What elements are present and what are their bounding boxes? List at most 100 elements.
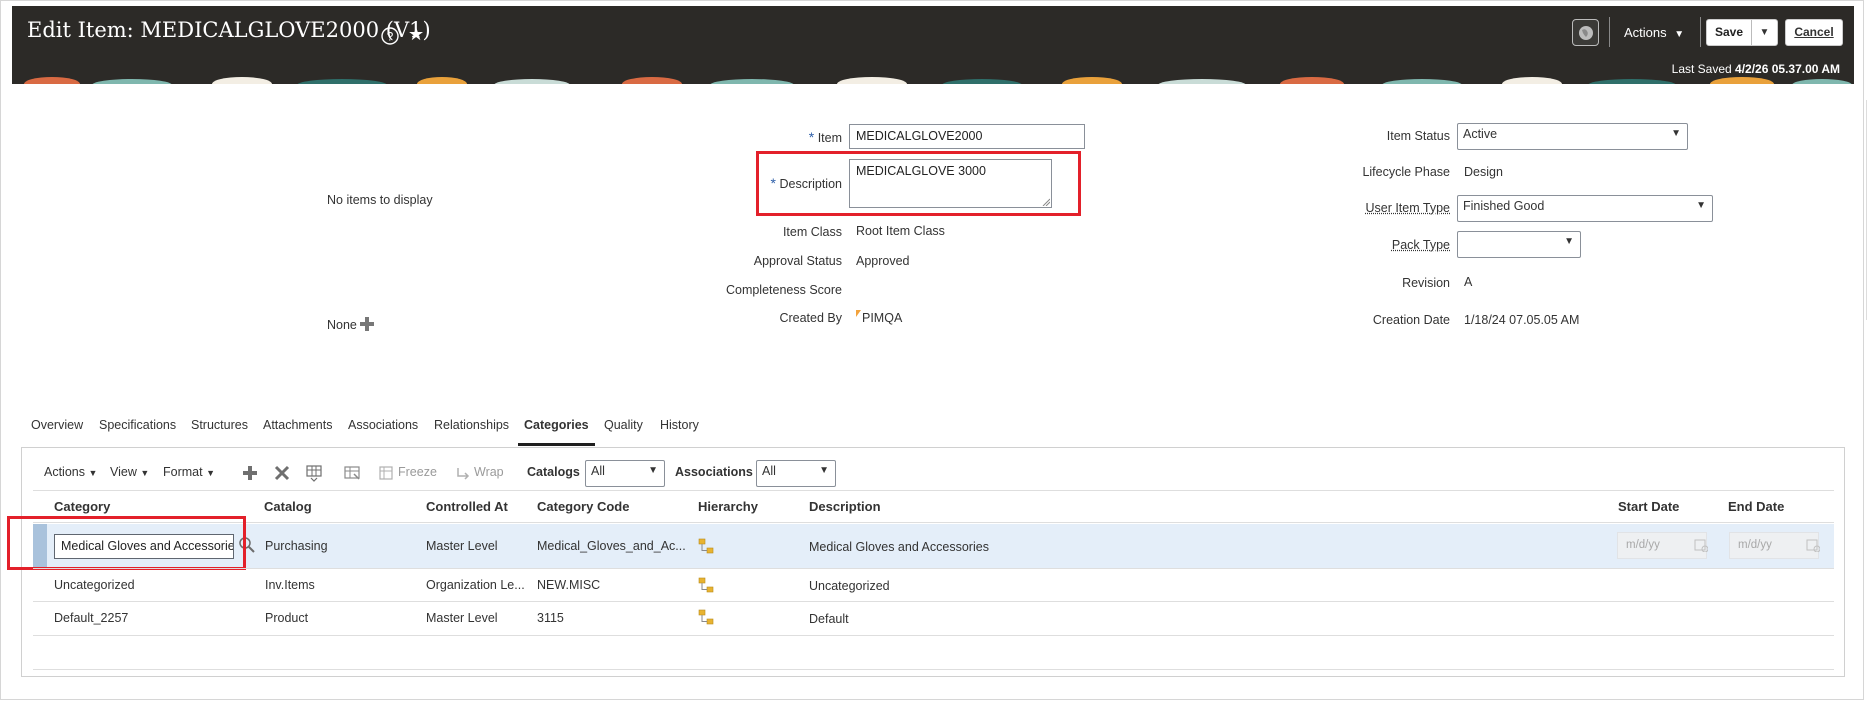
last-saved-label: Last Saved	[1671, 62, 1732, 76]
column-header-start-date[interactable]: Start Date	[1618, 499, 1679, 514]
hierarchy-icon[interactable]	[698, 609, 714, 625]
last-saved-value: 4/2/26 05.37.00 AM	[1735, 62, 1840, 76]
catalog-cell: Purchasing	[265, 539, 328, 553]
cancel-button[interactable]: Cancel	[1785, 19, 1843, 46]
divider	[33, 522, 1834, 523]
resize-handle-icon[interactable]	[1042, 198, 1050, 206]
active-tab-indicator	[518, 443, 595, 446]
column-header-controlled-at[interactable]: Controlled At	[426, 499, 508, 514]
catalog-cell: Inv.Items	[265, 578, 315, 592]
detach-table-icon[interactable]	[305, 464, 323, 482]
view-menu[interactable]: View ▼	[110, 465, 149, 479]
category-cell: Default_2257	[54, 611, 129, 625]
hierarchy-icon[interactable]	[698, 538, 714, 554]
associations-filter-label: Associations	[675, 465, 753, 479]
table-actions-menu[interactable]: Actions ▼	[44, 465, 97, 479]
tab-overview[interactable]: Overview	[31, 418, 83, 432]
controlled-at-cell: Master Level	[426, 539, 498, 553]
column-header-catalog[interactable]: Catalog	[264, 499, 312, 514]
divider	[33, 568, 1834, 569]
catalog-cell: Product	[265, 611, 309, 625]
delete-row-icon[interactable]	[273, 464, 291, 482]
tab-categories[interactable]: Categories	[524, 418, 589, 432]
revision-value: A	[1464, 275, 1473, 289]
wrap-button[interactable]: Wrap	[474, 465, 504, 479]
column-header-end-date[interactable]: End Date	[1728, 499, 1784, 514]
view-label: View	[110, 465, 137, 479]
favorite-star-icon[interactable]: ★	[408, 24, 424, 45]
associations-select[interactable]: All ▼	[756, 460, 836, 487]
help-icon[interactable]: ?	[380, 26, 400, 46]
add-row-icon[interactable]	[241, 464, 259, 482]
add-icon[interactable]	[360, 317, 374, 331]
item-status-select[interactable]: Active ▼	[1457, 123, 1688, 150]
description-cell: Default	[809, 612, 849, 626]
catalogs-label: Catalogs	[527, 465, 580, 479]
save-button[interactable]: Save	[1707, 20, 1752, 45]
associations-select-value: All	[762, 464, 776, 478]
category-code-cell: Medical_Gloves_and_Ac...	[537, 539, 685, 553]
header-actions-label: Actions	[1624, 25, 1667, 40]
chevron-down-icon: ▼	[1674, 29, 1685, 40]
user-item-type-label[interactable]: User Item Type	[1300, 201, 1450, 215]
lifecycle-phase-value: Design	[1464, 165, 1503, 179]
table-actions-label: Actions	[44, 465, 85, 479]
freeze-icon	[379, 466, 393, 480]
calendar-icon[interactable]	[1694, 538, 1708, 552]
catalogs-select[interactable]: All ▼	[585, 460, 665, 487]
save-options-chevron-icon[interactable]: ▼	[1752, 20, 1777, 45]
user-item-type-value: Finished Good	[1463, 199, 1545, 213]
description-cell: Uncategorized	[809, 579, 890, 593]
none-label: None	[327, 318, 357, 332]
tab-specifications[interactable]: Specifications	[99, 418, 176, 432]
chevron-down-icon: ▼	[140, 468, 150, 478]
pack-type-label[interactable]: Pack Type	[1300, 238, 1450, 252]
edit-table-icon[interactable]	[343, 464, 361, 482]
column-header-description[interactable]: Description	[809, 499, 881, 514]
chevron-down-icon: ▼	[819, 465, 829, 476]
tab-relationships[interactable]: Relationships	[434, 418, 509, 432]
right-scroll-rail[interactable]	[1866, 100, 1872, 320]
created-by-value[interactable]: PIMQA	[862, 311, 902, 325]
chevron-down-icon: ▼	[206, 468, 215, 478]
column-header-category-code[interactable]: Category Code	[537, 499, 629, 514]
revision-label: Revision	[1402, 276, 1450, 290]
column-header-category[interactable]: Category	[54, 499, 110, 514]
save-button-group: Save ▼	[1706, 19, 1778, 46]
description-label-text: Description	[779, 177, 842, 191]
globe-button[interactable]	[1572, 19, 1599, 46]
category-code-cell: NEW.MISC	[537, 578, 601, 592]
created-by-label: Created By	[779, 311, 842, 325]
creation-date-value: 1/18/24 07.05.05 AM	[1464, 313, 1580, 327]
tab-history[interactable]: History	[660, 418, 699, 432]
tab-quality[interactable]: Quality	[604, 418, 643, 432]
header-banner-artwork	[12, 76, 1854, 84]
tab-associations[interactable]: Associations	[348, 418, 418, 432]
pack-type-select[interactable]: ▼	[1457, 231, 1581, 258]
user-item-type-select[interactable]: Finished Good ▼	[1457, 195, 1713, 222]
controlled-at-cell: Master Level	[426, 611, 498, 625]
category-code-cell: 3115	[537, 611, 564, 625]
chevron-down-icon: ▼	[648, 465, 658, 476]
chevron-down-icon: ▼	[1671, 128, 1681, 139]
lifecycle-phase-label: Lifecycle Phase	[1362, 165, 1450, 179]
tab-attachments[interactable]: Attachments	[263, 418, 332, 432]
format-menu[interactable]: Format ▼	[163, 465, 215, 479]
description-field[interactable]: MEDICALGLOVE 3000	[849, 159, 1052, 208]
catalogs-select-value: All	[591, 464, 605, 478]
calendar-icon[interactable]	[1806, 538, 1820, 552]
item-status-label: Item Status	[1386, 129, 1450, 143]
description-cell: Medical Gloves and Accessories	[809, 540, 989, 554]
item-number-field[interactable]: MEDICALGLOVE2000	[849, 124, 1085, 149]
freeze-button[interactable]: Freeze	[398, 465, 437, 479]
tab-structures[interactable]: Structures	[191, 418, 248, 432]
item-label: * Item	[760, 129, 842, 145]
hierarchy-icon[interactable]	[698, 577, 714, 593]
last-saved-status: Last Saved 4/2/26 05.37.00 AM	[1672, 62, 1840, 76]
column-header-hierarchy[interactable]: Hierarchy	[698, 499, 758, 514]
header-divider	[1609, 17, 1610, 47]
item-class-label: Item Class	[782, 225, 842, 239]
chevron-down-icon: ▼	[1564, 236, 1574, 247]
header-actions-menu[interactable]: Actions ▼	[1624, 19, 1700, 46]
svg-text:?: ?	[387, 30, 394, 44]
